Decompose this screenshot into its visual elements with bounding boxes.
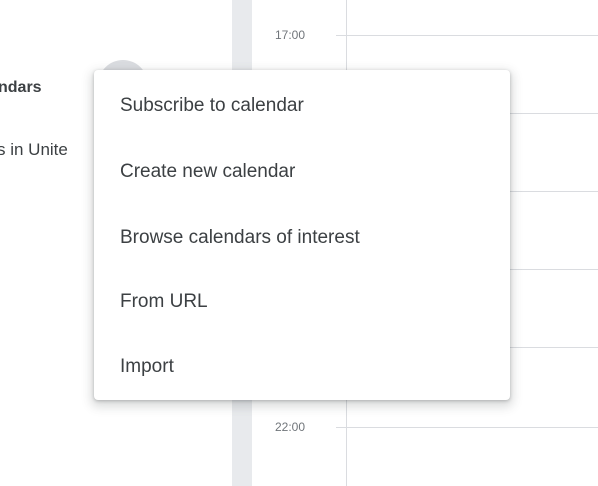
- hour-line: [336, 427, 598, 428]
- menu-item-import[interactable]: Import: [94, 343, 510, 391]
- menu-item-from-url[interactable]: From URL: [94, 278, 510, 326]
- time-label-22: 22:00: [275, 420, 306, 434]
- time-label-17: 17:00: [275, 28, 306, 42]
- menu-item-label: From URL: [120, 291, 208, 312]
- menu-item-create-new-calendar[interactable]: Create new calendar: [94, 148, 510, 196]
- menu-item-subscribe-to-calendar[interactable]: Subscribe to calendar: [94, 82, 510, 130]
- menu-item-label: Import: [120, 356, 174, 377]
- sidebar-item-holidays[interactable]: s in Unite: [0, 140, 68, 160]
- menu-item-browse-calendars-of-interest[interactable]: Browse calendars of interest: [94, 214, 510, 262]
- menu-item-label: Create new calendar: [120, 161, 296, 182]
- menu-item-label: Subscribe to calendar: [120, 95, 304, 116]
- add-calendar-menu: Subscribe to calendar Create new calenda…: [94, 70, 510, 400]
- hour-line: [336, 35, 598, 36]
- menu-item-label: Browse calendars of interest: [120, 227, 360, 248]
- other-calendars-heading: ndars: [0, 79, 42, 96]
